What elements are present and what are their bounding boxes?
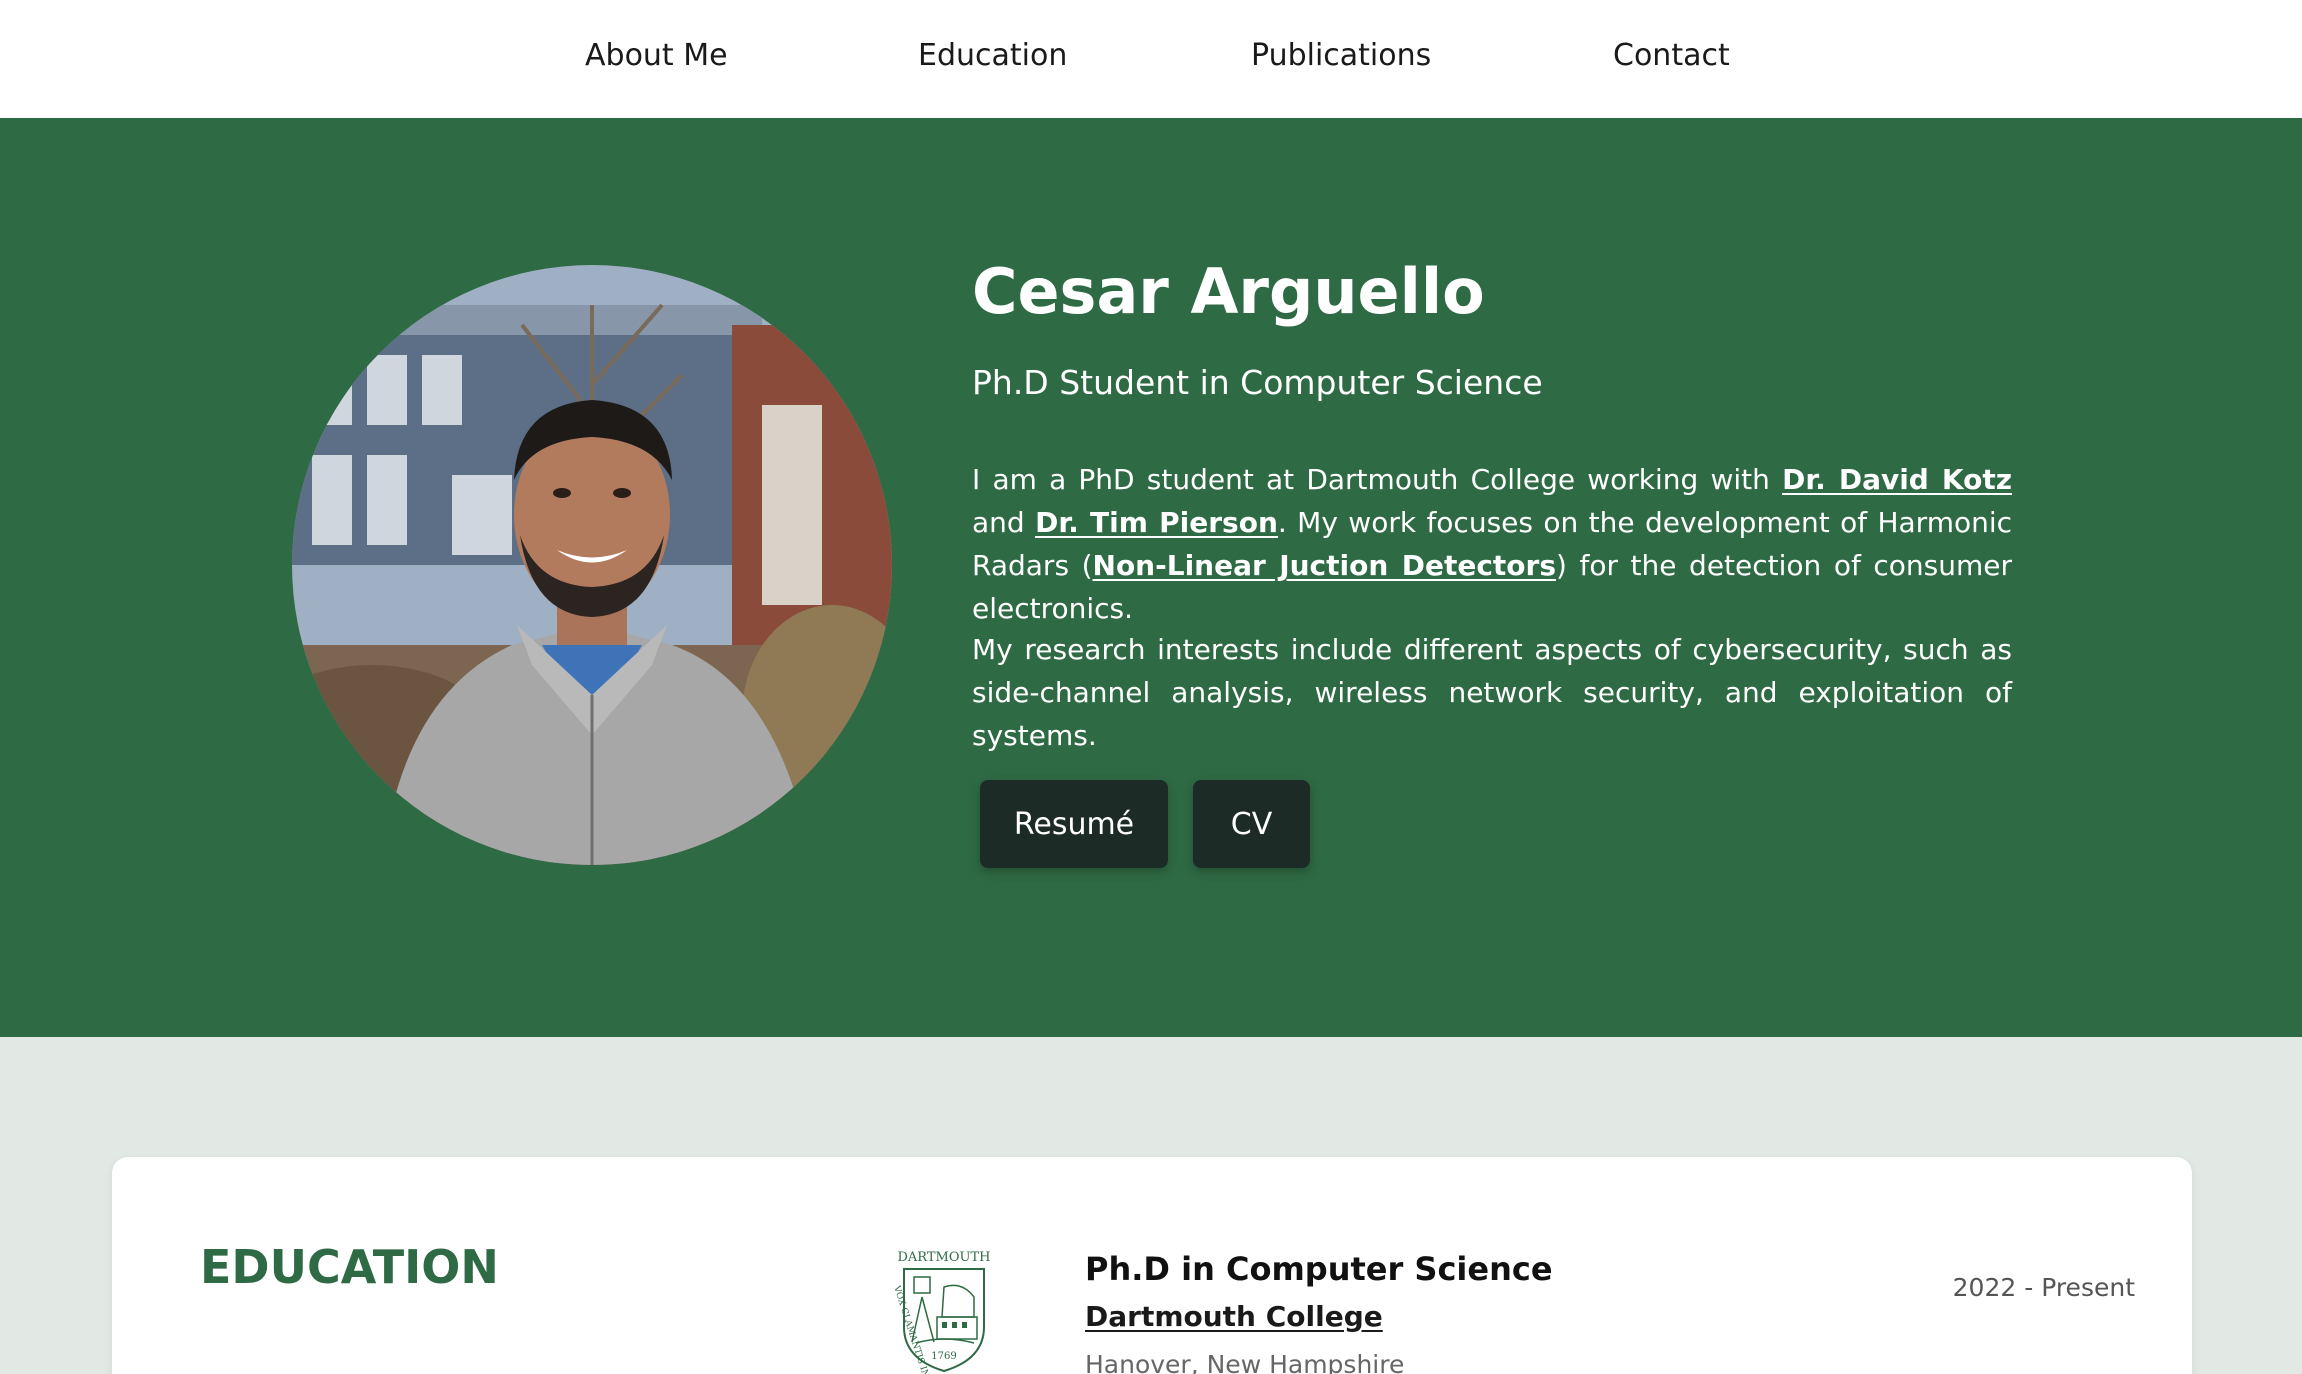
intro-text-2: and: [972, 506, 1036, 539]
profile-photo-illustration: [292, 265, 892, 865]
cv-button[interactable]: CV: [1193, 780, 1310, 868]
nav-link-education[interactable]: Education: [918, 36, 1067, 76]
nav-link-contact[interactable]: Contact: [1613, 36, 1730, 76]
seal-year: 1769: [931, 1351, 956, 1362]
nav-link-publications[interactable]: Publications: [1251, 36, 1431, 76]
education-dates: 2022 - Present: [1952, 1273, 2135, 1302]
research-interests-paragraph: My research interests include different …: [972, 633, 2012, 752]
intro-text-1: I am a PhD student at Dartmouth College …: [972, 463, 1783, 496]
school-link[interactable]: Dartmouth College: [1085, 1297, 1383, 1337]
top-navigation: About Me Education Publications Contact: [0, 0, 2302, 118]
person-title: Ph.D Student in Computer Science: [972, 363, 1543, 402]
school-location: Hanover, New Hampshire: [1085, 1350, 1405, 1374]
nav-link-about-me[interactable]: About Me: [585, 36, 728, 76]
resume-button[interactable]: Resumé: [980, 780, 1168, 868]
intro-paragraph: I am a PhD student at Dartmouth College …: [972, 458, 2012, 630]
dartmouth-seal-logo: DARTMOUTH 1769 VOX CLAMANTIS IN DESERTO: [882, 1247, 1006, 1374]
link-david-kotz[interactable]: Dr. David Kotz: [1782, 463, 2012, 496]
seal-text-top: DARTMOUTH: [898, 1250, 991, 1265]
education-heading: EDUCATION: [200, 1240, 499, 1294]
link-tim-pierson[interactable]: Dr. Tim Pierson: [1035, 506, 1278, 539]
person-name: Cesar Arguello: [972, 255, 1485, 328]
degree-title: Ph.D in Computer Science: [1085, 1250, 1553, 1288]
education-card: EDUCATION DARTMOUTH 1769 VOX CLAMANTIS I…: [112, 1157, 2192, 1374]
link-non-linear-junction-detectors[interactable]: Non-Linear Juction Detectors: [1093, 549, 1557, 582]
profile-photo: [292, 265, 892, 865]
hero-section: Cesar Arguello Ph.D Student in Computer …: [0, 118, 2302, 1037]
